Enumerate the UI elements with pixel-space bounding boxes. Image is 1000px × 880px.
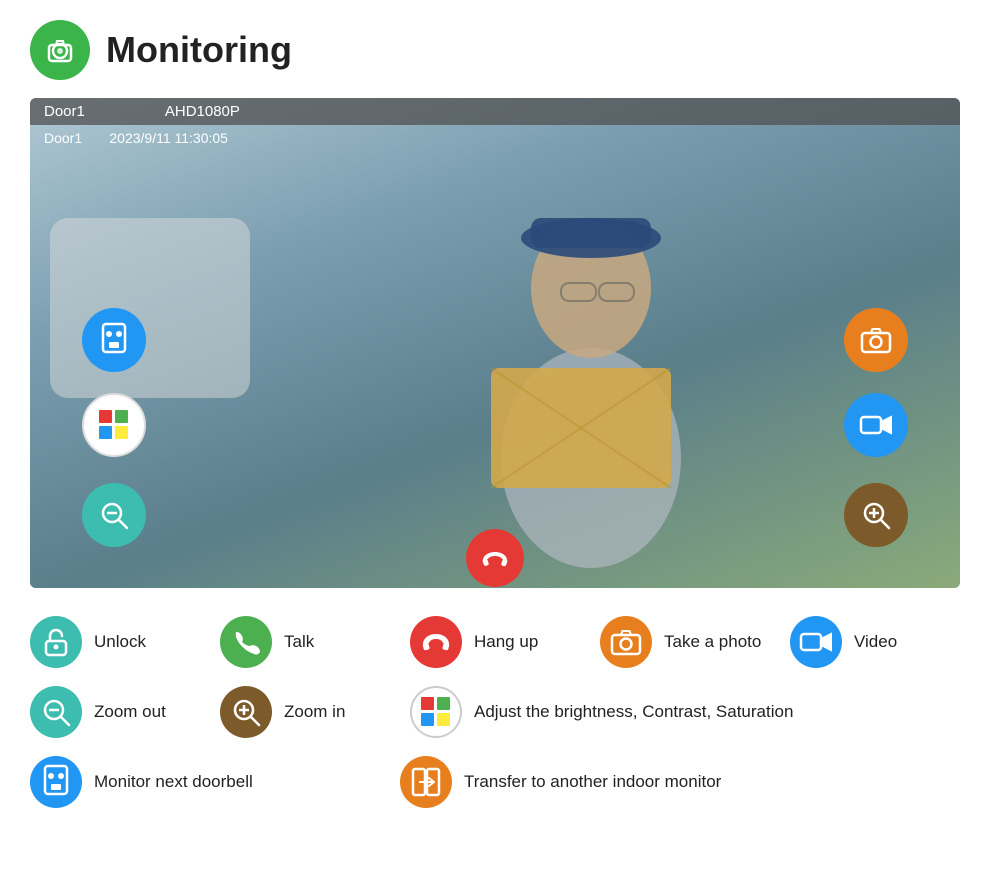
adjust-legend-icon — [410, 686, 462, 738]
photo-label: Take a photo — [664, 632, 761, 652]
resolution-label: AHD1080P — [165, 103, 240, 120]
next-doorbell-legend-icon — [30, 756, 82, 808]
unlock-label: Unlock — [94, 632, 146, 652]
photo-video-button[interactable] — [844, 308, 908, 372]
van-shape — [50, 218, 250, 398]
legend-item-adjust: Adjust the brightness, Contrast, Saturat… — [410, 686, 793, 738]
adjust-label: Adjust the brightness, Contrast, Saturat… — [474, 702, 793, 722]
zoom-out-video-button[interactable] — [82, 483, 146, 547]
legend-item-zoom-in: Zoom in — [220, 686, 410, 738]
legend-row-2: Zoom out Zoom in — [30, 686, 970, 738]
next-doorbell-label: Monitor next doorbell — [94, 772, 253, 792]
unlock-legend-icon — [30, 616, 82, 668]
adjust-video-button[interactable] — [82, 393, 146, 457]
legend-item-talk: Talk — [220, 616, 410, 668]
hangup-label: Hang up — [474, 632, 538, 652]
sub-door-label: Door1 — [44, 130, 82, 146]
datetime-label: 2023/9/11 11:30:05 — [109, 130, 228, 146]
legend-item-transfer: Transfer to another indoor monitor — [400, 756, 740, 808]
zoom-in-label: Zoom in — [284, 702, 345, 722]
zoom-out-label: Zoom out — [94, 702, 166, 722]
transfer-legend-icon — [400, 756, 452, 808]
legend-item-photo: Take a photo — [600, 616, 790, 668]
camera-icon — [43, 33, 77, 67]
legend-row-3: Monitor next doorbell Transfer to anothe… — [30, 756, 970, 808]
video-legend-icon — [790, 616, 842, 668]
video-feed: Door1 AHD1080P Door1 2023/9/11 11:30:05 — [30, 98, 960, 588]
page-title: Monitoring — [106, 29, 292, 71]
zoom-out-legend-icon — [30, 686, 82, 738]
door-label: Door1 — [44, 103, 85, 120]
hangup-legend-icon — [410, 616, 462, 668]
video-label: Video — [854, 632, 897, 652]
talk-label: Talk — [284, 632, 314, 652]
zoom-in-legend-icon — [220, 686, 272, 738]
legend-item-zoom-out: Zoom out — [30, 686, 220, 738]
page-header: Monitoring — [30, 20, 970, 80]
legend-item-video: Video — [790, 616, 980, 668]
legend-section: Unlock Talk Hang up — [30, 616, 970, 808]
video-sublabel: Door1 2023/9/11 11:30:05 — [44, 130, 228, 146]
legend-row-1: Unlock Talk Hang up — [30, 616, 970, 668]
video-record-button[interactable] — [844, 393, 908, 457]
person-silhouette — [431, 168, 751, 588]
video-top-bar: Door1 AHD1080P — [30, 98, 960, 125]
photo-legend-icon — [600, 616, 652, 668]
header-icon-circle — [30, 20, 90, 80]
hangup-video-button[interactable] — [466, 529, 524, 587]
zoom-in-video-button[interactable] — [844, 483, 908, 547]
legend-item-hangup: Hang up — [410, 616, 600, 668]
legend-item-next-doorbell: Monitor next doorbell — [30, 756, 400, 808]
transfer-label: Transfer to another indoor monitor — [464, 772, 721, 792]
talk-legend-icon — [220, 616, 272, 668]
legend-item-unlock: Unlock — [30, 616, 220, 668]
next-doorbell-video-button[interactable] — [82, 308, 146, 372]
